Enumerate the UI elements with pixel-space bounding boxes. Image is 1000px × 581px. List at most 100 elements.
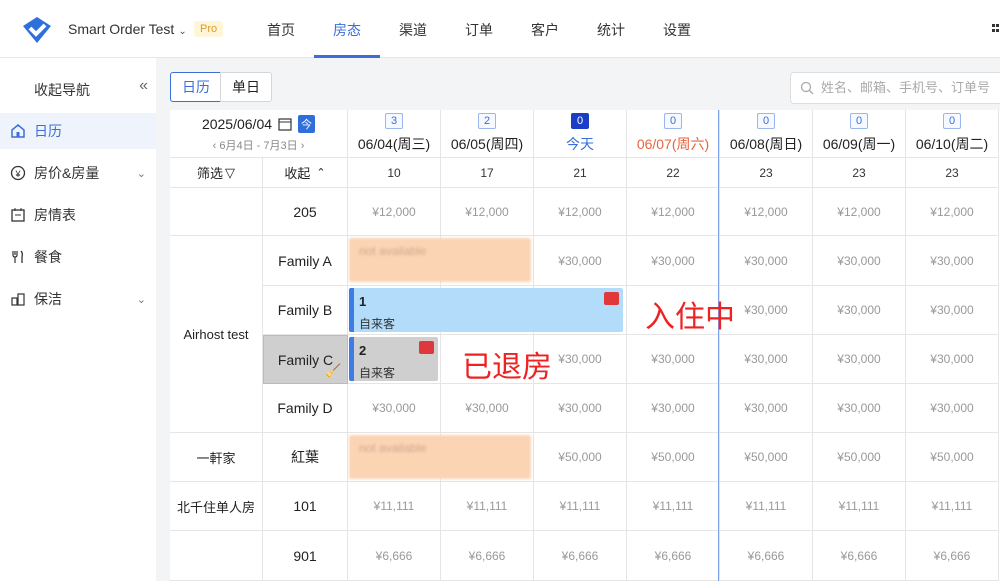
room-name[interactable]: 205 [263,188,348,236]
price-cell[interactable]: ¥11,111 [906,482,999,531]
price-cell[interactable]: ¥30,000 [906,335,999,384]
not-available-block[interactable]: not available [349,435,531,479]
sidebar-item-room-table[interactable]: 房情表 [0,197,156,233]
price-cell[interactable]: ¥12,000 [627,188,720,236]
date-header[interactable]: 3 06/04(周三) [348,110,441,158]
nav-statistics[interactable]: 统计 [578,0,644,58]
price-cell[interactable]: ¥11,111 [441,482,534,531]
current-date[interactable]: 2025/06/04 [202,116,272,132]
price-cell[interactable]: ¥11,111 [813,482,906,531]
price-cell[interactable]: ¥6,666 [906,531,999,581]
price-cell[interactable]: ¥11,111 [720,482,813,531]
needs-cleaning-icon[interactable]: 🧹 [325,363,341,379]
date-header[interactable]: 0 06/07(周六) [627,110,720,158]
price-cell[interactable]: ¥30,000 [906,236,999,286]
top-bar: Smart Order Test ⌄ Pro 首页 房态 渠道 订单 客户 统计 … [0,0,1000,58]
price-cell[interactable]: ¥50,000 [906,433,999,482]
price-cell[interactable]: ¥30,000 [534,384,627,433]
nav-room-status[interactable]: 房态 [314,0,380,58]
price-cell[interactable]: ¥30,000 [720,335,813,384]
price-cell[interactable]: ¥12,000 [348,188,441,236]
cleaning-icon [11,293,25,306]
price-cell[interactable]: ¥30,000 [348,384,441,433]
nav-orders[interactable]: 订单 [446,0,512,58]
date-label: 今天 [566,136,594,152]
price-cell[interactable]: ¥30,000 [720,384,813,433]
sidebar-item-rates[interactable]: ¥ 房价&房量 ⌄ [0,155,156,191]
fork-knife-icon [12,250,23,263]
nav-customers[interactable]: 客户 [512,0,578,58]
room-name[interactable]: 901 [263,531,348,581]
price-cell[interactable]: ¥12,000 [813,188,906,236]
price-cell[interactable]: ¥30,000 [813,236,906,286]
price-cell[interactable]: ¥12,000 [906,188,999,236]
prev-range-icon[interactable]: ‹ [213,140,217,152]
calendar-icon[interactable] [278,117,292,131]
price-cell[interactable]: ¥30,000 [627,236,720,286]
price-cell[interactable]: ¥30,000 [813,335,906,384]
price-cell[interactable]: ¥30,000 [627,384,720,433]
price-cell[interactable]: ¥50,000 [627,433,720,482]
tab-calendar[interactable]: 日历 [170,72,222,102]
today-button[interactable]: 今 [298,114,316,133]
nav-channels[interactable]: 渠道 [380,0,446,58]
price-cell[interactable]: ¥6,666 [813,531,906,581]
sidebar-item-meals[interactable]: 餐食 [0,239,156,275]
price-cell[interactable]: ¥50,000 [813,433,906,482]
sidebar-item-cleaning[interactable]: 保洁 ⌄ [0,281,156,317]
date-header[interactable]: 0 06/09(周一) [813,110,906,158]
price-cell[interactable]: ¥6,666 [441,531,534,581]
price-cell[interactable]: ¥12,000 [534,188,627,236]
collapse-sidebar-icon[interactable]: « [139,77,148,95]
price-cell[interactable]: ¥30,000 [720,236,813,286]
price-cell[interactable]: ¥11,111 [348,482,441,531]
price-cell[interactable]: ¥11,111 [534,482,627,531]
date-header[interactable]: 2 06/05(周四) [441,110,534,158]
date-header[interactable]: 0 今天 [534,110,627,158]
sidebar-item-calendar[interactable]: 日历 [0,113,156,149]
next-range-icon[interactable]: › [301,140,305,152]
collapse-all-button[interactable]: 收起 ⌃ [263,158,348,188]
room-name[interactable]: Family D [263,384,348,433]
booking-block[interactable]: 2 自来客 [349,337,438,381]
sidebar-header: 收起导航 [34,82,90,98]
app-logo-icon[interactable] [20,14,54,46]
date-header[interactable]: 0 06/08(周日) [720,110,813,158]
nav-settings[interactable]: 设置 [644,0,710,58]
price-cell[interactable]: ¥6,666 [627,531,720,581]
sidebar-item-label: 保洁 [34,291,62,307]
apps-grid-icon[interactable] [990,24,1000,34]
price-cell[interactable]: ¥30,000 [906,384,999,433]
filter-label: 筛选 [196,166,223,181]
room-name[interactable]: 101 [263,482,348,531]
search-input[interactable]: 姓名、邮箱、手机号、订单号 [790,72,1000,104]
price-cell[interactable]: ¥6,666 [720,531,813,581]
price-cell[interactable]: ¥50,000 [534,433,627,482]
price-cell[interactable]: ¥6,666 [348,531,441,581]
app-switcher[interactable]: Smart Order Test ⌄ [68,21,187,37]
sidebar-item-label: 房价&房量 [34,165,100,181]
booking-number: 1 [359,294,367,309]
room-name[interactable]: Family B [263,286,348,335]
price-cell[interactable]: ¥12,000 [441,188,534,236]
price-cell[interactable]: ¥30,000 [534,236,627,286]
tab-single-day[interactable]: 单日 [220,72,272,102]
price-cell[interactable]: ¥30,000 [627,335,720,384]
not-available-block[interactable]: not available [349,238,531,282]
price-cell[interactable]: ¥30,000 [813,384,906,433]
booking-block[interactable]: 1 自来客 [349,288,623,332]
nav-home[interactable]: 首页 [248,0,314,58]
room-name[interactable]: 紅葉 [263,433,348,482]
price-cell[interactable]: ¥12,000 [720,188,813,236]
date-label: 06/07(周六) [636,136,710,152]
price-cell[interactable]: ¥30,000 [906,286,999,335]
price-cell[interactable]: ¥30,000 [441,384,534,433]
chevron-down-icon: ⌄ [136,293,146,306]
date-header[interactable]: 0 06/10(周二) [906,110,999,158]
price-cell[interactable]: ¥6,666 [534,531,627,581]
filter-button[interactable]: 筛选 ▽ [170,158,263,188]
price-cell[interactable]: ¥50,000 [720,433,813,482]
price-cell[interactable]: ¥11,111 [627,482,720,531]
room-name[interactable]: Family A [263,236,348,286]
price-cell[interactable]: ¥30,000 [813,286,906,335]
